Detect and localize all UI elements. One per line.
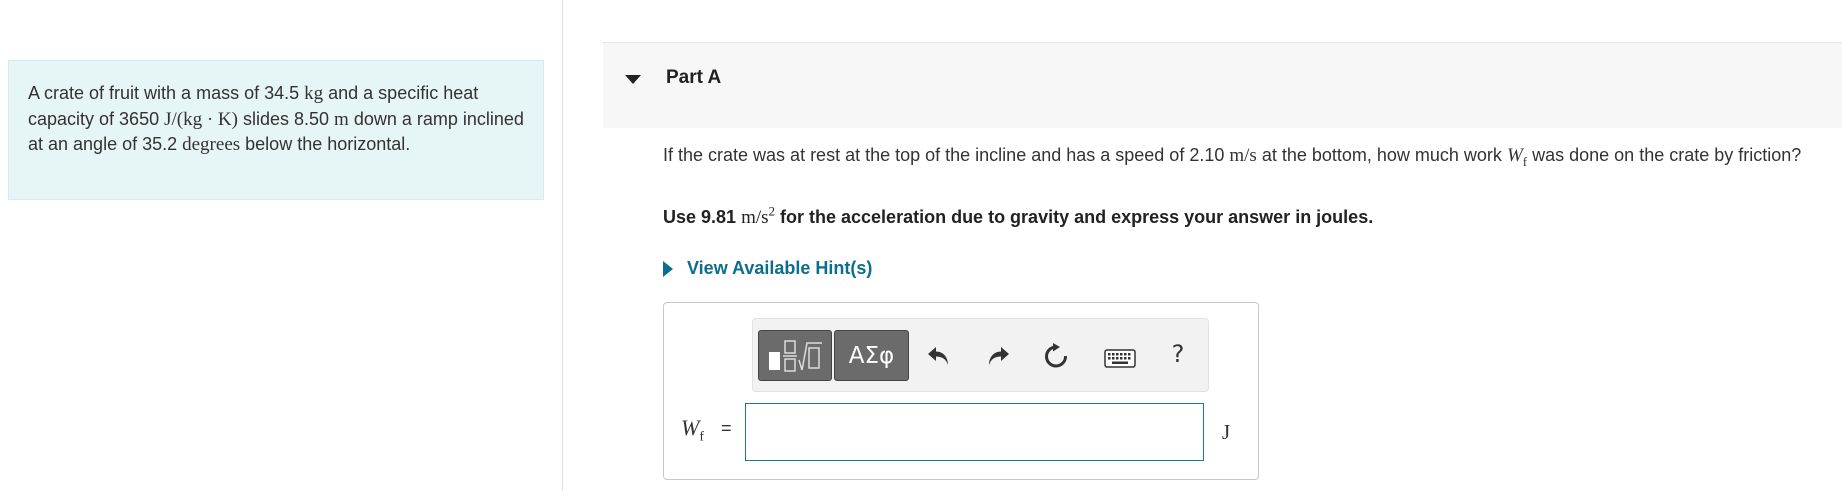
instruction-text-1: Use 9.81 (663, 207, 742, 227)
question-text-2: at the bottom, how much work (1256, 145, 1507, 165)
work-variable-symbol: W (1506, 145, 1523, 166)
redo-glyph (989, 347, 1009, 365)
answer-unit: J (1222, 420, 1231, 444)
equals-sign: = (721, 418, 732, 438)
work-variable: Wf (1506, 145, 1527, 169)
question-text-3: was done on the crate by friction? (1527, 145, 1802, 165)
problem-text-5: below the horizontal. (240, 134, 411, 154)
view-hints-link[interactable]: View Available Hint(s) (687, 258, 872, 279)
templates-button[interactable] (758, 330, 832, 381)
greek-symbols-button[interactable]: ΑΣφ (834, 330, 909, 381)
answer-input[interactable] (745, 403, 1204, 461)
instruction-text: Use 9.81 m/s2 for the acceleration due t… (663, 205, 1374, 229)
keyboard-icon[interactable] (1103, 343, 1137, 373)
answer-box: ΑΣφ ? Wf = J (663, 302, 1259, 480)
part-title: Part A (666, 67, 722, 88)
unit-acceleration-base: m/s (741, 207, 769, 228)
undo-glyph (928, 347, 948, 365)
problem-text-3: slides 8.50 (237, 108, 335, 129)
unit-acceleration: m/s2 (741, 205, 775, 228)
redo-icon[interactable] (983, 341, 1013, 371)
part-a-header[interactable]: Part A (603, 42, 1842, 128)
problem-text-1: A crate of fruit with a mass of 34.5 (28, 83, 305, 103)
reset-glyph (1045, 343, 1068, 368)
unit-m: m (334, 108, 349, 130)
unit-speed: m/s (1229, 145, 1257, 166)
expand-caret-icon[interactable] (663, 260, 673, 277)
templates-icon (769, 339, 822, 372)
help-button[interactable]: ? (1163, 339, 1193, 369)
unit-kg: kg (304, 83, 324, 104)
instruction-text-2: for the acceleration due to gravity and … (775, 207, 1374, 227)
undo-icon[interactable] (924, 341, 954, 371)
problem-column: A crate of fruit with a mass of 34.5 kg … (0, 0, 563, 491)
unit-heat-capacity: J/(kg · K) (164, 108, 238, 130)
question-text: If the crate was at rest at the top of t… (663, 142, 1823, 175)
keyboard-glyph (1104, 349, 1136, 368)
math-toolbar: ΑΣφ ? (752, 318, 1209, 392)
answer-variable-label: Wf (681, 415, 704, 445)
answer-variable-symbol: W (681, 415, 700, 440)
view-hints-toggle[interactable]: View Available Hint(s) (663, 258, 872, 279)
answer-variable-subscript: f (699, 429, 704, 445)
collapse-caret-icon[interactable] (625, 75, 641, 84)
reset-icon[interactable] (1041, 341, 1071, 371)
problem-statement: A crate of fruit with a mass of 34.5 kg … (8, 60, 544, 200)
question-text-1: If the crate was at rest at the top of t… (663, 145, 1230, 165)
unit-degrees: degrees (182, 134, 241, 155)
